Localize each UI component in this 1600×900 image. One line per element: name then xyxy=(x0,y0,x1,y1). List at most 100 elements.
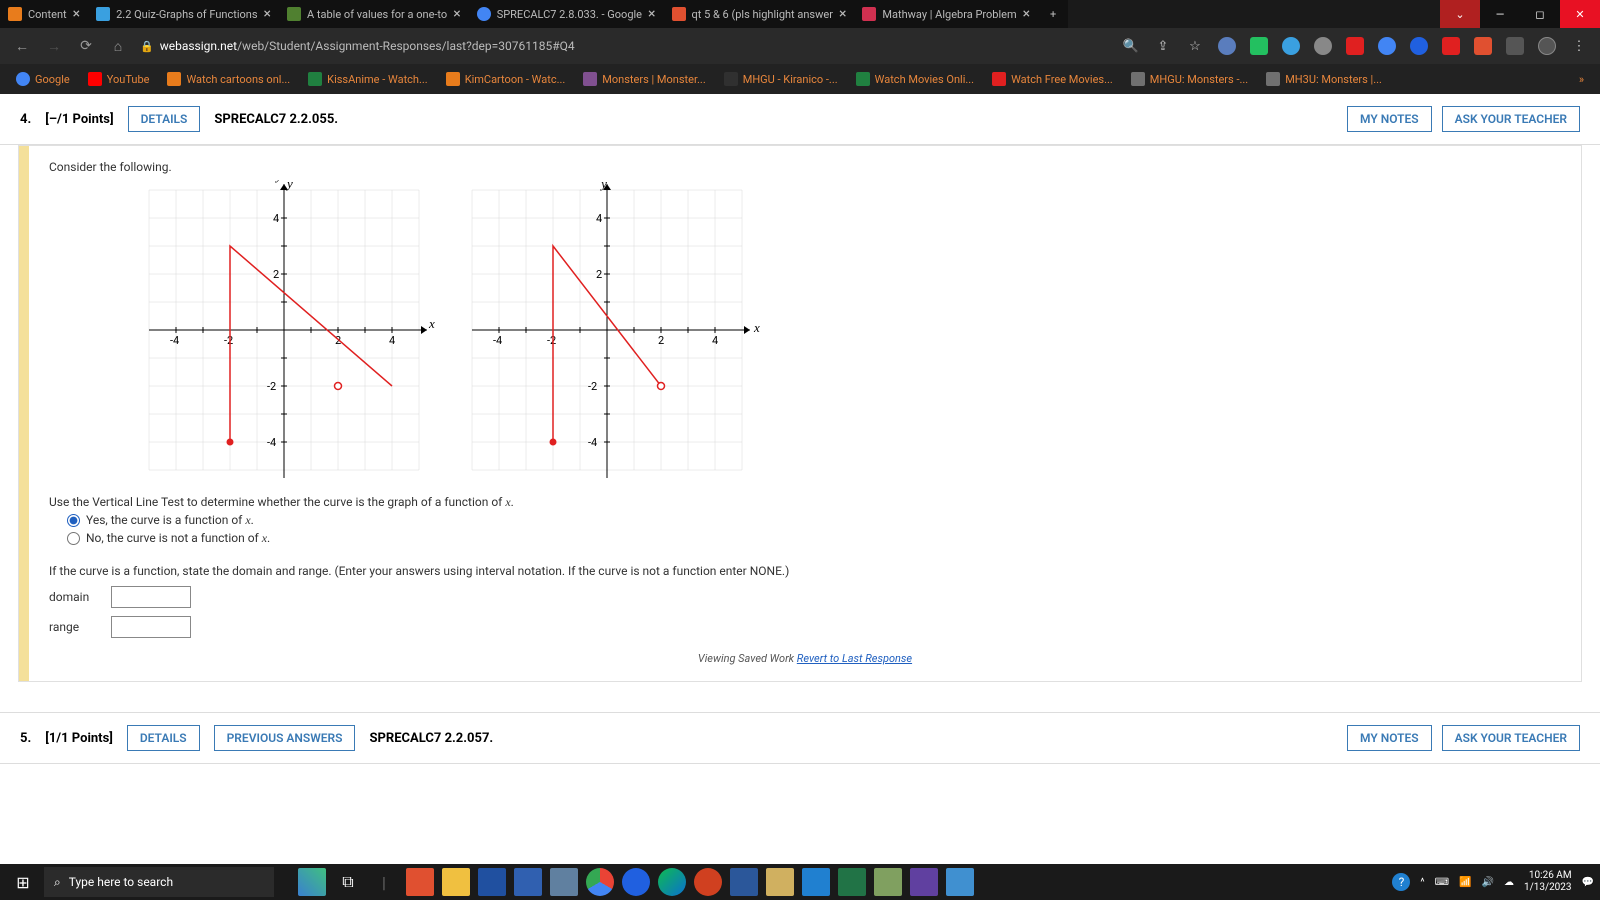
extension-icon[interactable] xyxy=(1346,37,1364,55)
close-icon[interactable]: × xyxy=(648,6,655,22)
tab-content[interactable]: Content× xyxy=(0,0,88,28)
bookmark-cartoons[interactable]: Watch cartoons onl... xyxy=(167,72,290,86)
extension-icon[interactable] xyxy=(1250,37,1268,55)
close-icon[interactable]: × xyxy=(453,6,460,22)
app-icon[interactable] xyxy=(406,868,434,896)
excel-icon[interactable] xyxy=(838,868,866,896)
range-input[interactable] xyxy=(111,616,191,638)
radio-no[interactable] xyxy=(67,532,80,545)
tab-google[interactable]: SPRECALC7 2.8.033. - Google× xyxy=(469,0,664,28)
maximize-button[interactable]: ◻ xyxy=(1520,0,1560,28)
taskbar-search[interactable]: ⌕Type here to search xyxy=(44,867,274,897)
browser-tabstrip: Content× 2.2 Quiz-Graphs of Functions× A… xyxy=(0,0,1600,28)
page-content: 4. [–/1 Points] DETAILS SPRECALC7 2.2.05… xyxy=(0,94,1600,864)
app-icon[interactable] xyxy=(910,868,938,896)
calculator-icon[interactable] xyxy=(514,868,542,896)
task-view-icon[interactable]: ⧉ xyxy=(334,868,362,896)
extension-icon[interactable] xyxy=(1442,37,1460,55)
close-icon[interactable]: × xyxy=(264,6,271,22)
forward-button[interactable]: → xyxy=(44,36,64,56)
bookmark-google[interactable]: Google xyxy=(16,72,70,86)
cloud-icon[interactable]: ☁ xyxy=(1504,877,1514,888)
question-reference: SPRECALC7 2.2.055. xyxy=(214,112,338,127)
chevron-up-icon[interactable]: ^ xyxy=(1420,877,1424,888)
close-icon[interactable]: × xyxy=(839,6,846,22)
extension-icon[interactable] xyxy=(1218,37,1236,55)
wifi-icon[interactable]: 📶 xyxy=(1459,877,1471,888)
app-icon[interactable] xyxy=(766,868,794,896)
minimize-button[interactable]: — xyxy=(1480,0,1520,28)
bookmark-freemovies[interactable]: Watch Free Movies... xyxy=(992,72,1113,86)
app-icon[interactable] xyxy=(874,868,902,896)
xtick: -4 xyxy=(170,334,179,347)
radio-yes[interactable] xyxy=(67,514,80,527)
app-icon[interactable] xyxy=(622,868,650,896)
chrome-icon[interactable] xyxy=(586,868,614,896)
address-bar: ← → ⟳ ⌂ 🔒 webassign.net/web/Student/Assi… xyxy=(0,28,1600,64)
extensions-puzzle-icon[interactable] xyxy=(1506,37,1524,55)
bookmarks-overflow[interactable]: » xyxy=(1579,73,1584,86)
question-points: [1/1 Points] xyxy=(45,731,113,746)
extension-icon[interactable] xyxy=(1282,37,1300,55)
revert-link[interactable]: Revert to Last Response xyxy=(797,652,912,665)
extension-icon[interactable] xyxy=(1410,37,1428,55)
bookmark-kiranico[interactable]: MHGU - Kiranico -... xyxy=(724,72,838,86)
tab-mathway[interactable]: Mathway | Algebra Problem× xyxy=(854,0,1038,28)
new-tab-button[interactable]: + xyxy=(1038,0,1068,28)
photos-icon[interactable] xyxy=(946,868,974,896)
kebab-menu-icon[interactable]: ⋮ xyxy=(1570,37,1588,55)
back-button[interactable]: ← xyxy=(12,36,32,56)
tab-table[interactable]: A table of values for a one-to× xyxy=(279,0,469,28)
close-icon[interactable]: × xyxy=(73,6,80,22)
profile-avatar[interactable] xyxy=(1538,37,1556,55)
bookmark-youtube[interactable]: YouTube xyxy=(88,72,150,86)
bookmark-star-icon[interactable]: ☆ xyxy=(1186,37,1204,55)
search-icon[interactable]: 🔍 xyxy=(1122,37,1140,55)
extension-icon[interactable] xyxy=(1314,37,1332,55)
bookmark-kimcartoon[interactable]: KimCartoon - Watc... xyxy=(446,72,566,86)
file-explorer-icon[interactable] xyxy=(442,868,470,896)
system-clock[interactable]: 10:26 AM1/13/2023 xyxy=(1524,870,1572,894)
my-notes-button[interactable]: MY NOTES xyxy=(1347,725,1432,751)
bookmark-mhgu[interactable]: MHGU: Monsters -... xyxy=(1131,72,1248,86)
mail-icon[interactable] xyxy=(802,868,830,896)
start-button[interactable]: ⊞ xyxy=(6,865,40,899)
tab-quiz[interactable]: 2.2 Quiz-Graphs of Functions× xyxy=(88,0,279,28)
notifications-icon[interactable]: 💬 xyxy=(1582,877,1594,888)
radio-option-no[interactable]: No, the curve is not a function of x. xyxy=(67,531,1561,546)
keyboard-icon[interactable]: ⌨ xyxy=(1435,877,1449,888)
home-button[interactable]: ⌂ xyxy=(108,36,128,56)
volume-icon[interactable]: 🔊 xyxy=(1482,877,1494,888)
word-icon[interactable] xyxy=(730,868,758,896)
tabs-dropdown[interactable]: ⌄ xyxy=(1440,0,1480,28)
extension-icon[interactable] xyxy=(1378,37,1396,55)
share-icon[interactable]: ⇪ xyxy=(1154,37,1172,55)
reload-button[interactable]: ⟳ xyxy=(76,36,96,56)
my-notes-button[interactable]: MY NOTES xyxy=(1347,106,1432,132)
bookmark-mh3u[interactable]: MH3U: Monsters |... xyxy=(1266,72,1382,86)
close-icon[interactable]: × xyxy=(1023,6,1030,22)
bookmark-kissanime[interactable]: KissAnime - Watch... xyxy=(308,72,428,86)
bookmark-monsters[interactable]: Monsters | Monster... xyxy=(583,72,705,86)
ask-teacher-button[interactable]: ASK YOUR TEACHER xyxy=(1442,106,1580,132)
window-close-button[interactable]: ✕ xyxy=(1560,0,1600,28)
details-button[interactable]: DETAILS xyxy=(127,725,200,751)
previous-answers-button[interactable]: PREVIOUS ANSWERS xyxy=(214,725,356,751)
domain-input[interactable] xyxy=(111,586,191,608)
tab-chegg[interactable]: qt 5 & 6 (pls highlight answer× xyxy=(664,0,855,28)
details-button[interactable]: DETAILS xyxy=(128,106,201,132)
ask-teacher-button[interactable]: ASK YOUR TEACHER xyxy=(1442,725,1580,751)
extension-icon[interactable] xyxy=(1474,37,1492,55)
app-icon[interactable] xyxy=(478,868,506,896)
url-field[interactable]: 🔒 webassign.net/web/Student/Assignment-R… xyxy=(140,39,1110,53)
svg-text:2: 2 xyxy=(658,334,664,347)
bookmark-watchmovies[interactable]: Watch Movies Onli... xyxy=(856,72,974,86)
news-widget-icon[interactable] xyxy=(298,868,326,896)
help-icon[interactable]: ? xyxy=(1392,873,1410,891)
app-icon[interactable] xyxy=(550,868,578,896)
powerpoint-icon[interactable] xyxy=(694,868,722,896)
search-icon: ⌕ xyxy=(54,875,61,890)
svg-text:2: 2 xyxy=(596,268,602,281)
edge-icon[interactable] xyxy=(658,868,686,896)
radio-option-yes[interactable]: Yes, the curve is a function of x. xyxy=(67,513,1561,528)
